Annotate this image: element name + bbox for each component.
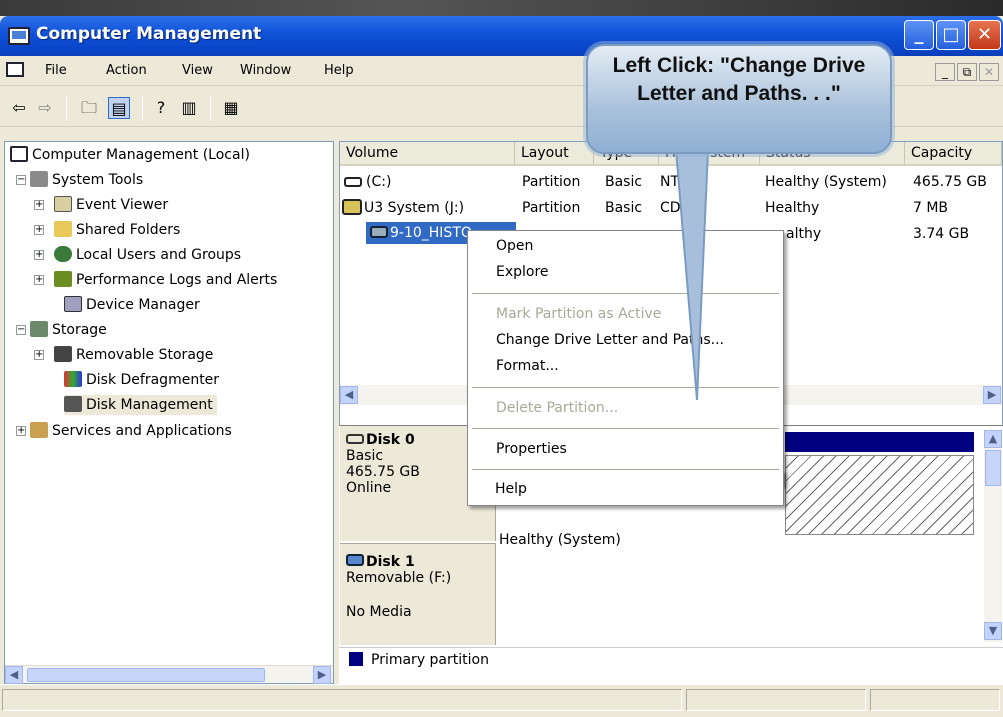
computer-management-window: Computer Management _ □ ✕ File Action Vi… bbox=[0, 0, 1003, 717]
callout-pointer-shape bbox=[674, 149, 710, 401]
instruction-callout: Left Click: "Change Drive Letter and Pat… bbox=[586, 44, 892, 154]
menu-item-help-label[interactable]: Help bbox=[495, 481, 527, 497]
